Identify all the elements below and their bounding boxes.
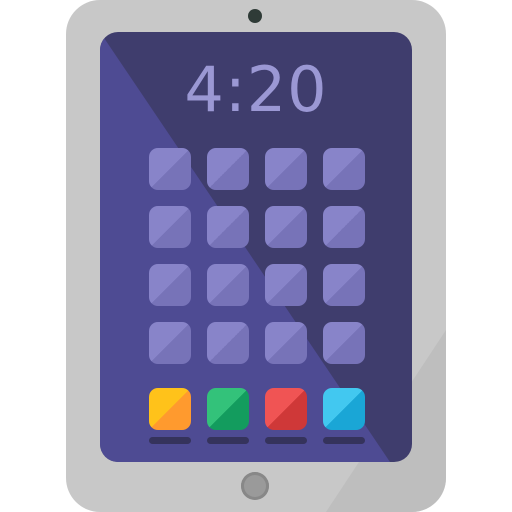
dock-app-red[interactable]	[265, 388, 307, 430]
app-icon[interactable]	[149, 148, 191, 190]
dock-slot	[149, 388, 191, 444]
app-icon[interactable]	[323, 148, 365, 190]
app-icon[interactable]	[265, 206, 307, 248]
app-icon[interactable]	[149, 206, 191, 248]
dock-slot	[323, 388, 365, 444]
dock	[149, 388, 365, 444]
dock-label-bar	[323, 437, 365, 444]
app-icon[interactable]	[265, 322, 307, 364]
dock-app-green[interactable]	[207, 388, 249, 430]
dock-slot	[265, 388, 307, 444]
front-camera	[248, 9, 262, 23]
dock-app-yellow[interactable]	[149, 388, 191, 430]
dock-app-blue[interactable]	[323, 388, 365, 430]
app-icon[interactable]	[323, 322, 365, 364]
dock-slot	[207, 388, 249, 444]
app-grid	[149, 148, 365, 364]
app-icon[interactable]	[265, 264, 307, 306]
clock-time: 4:20	[184, 53, 328, 126]
app-icon[interactable]	[207, 148, 249, 190]
app-icon[interactable]	[207, 322, 249, 364]
dock-label-bar	[149, 437, 191, 444]
tablet-device: 4:20	[66, 0, 446, 512]
app-icon[interactable]	[207, 206, 249, 248]
app-icon[interactable]	[207, 264, 249, 306]
app-icon[interactable]	[323, 206, 365, 248]
screen: 4:20	[100, 32, 412, 462]
app-icon[interactable]	[149, 264, 191, 306]
home-button[interactable]	[241, 472, 269, 500]
app-icon[interactable]	[323, 264, 365, 306]
app-icon[interactable]	[149, 322, 191, 364]
dock-label-bar	[265, 437, 307, 444]
dock-label-bar	[207, 437, 249, 444]
app-icon[interactable]	[265, 148, 307, 190]
